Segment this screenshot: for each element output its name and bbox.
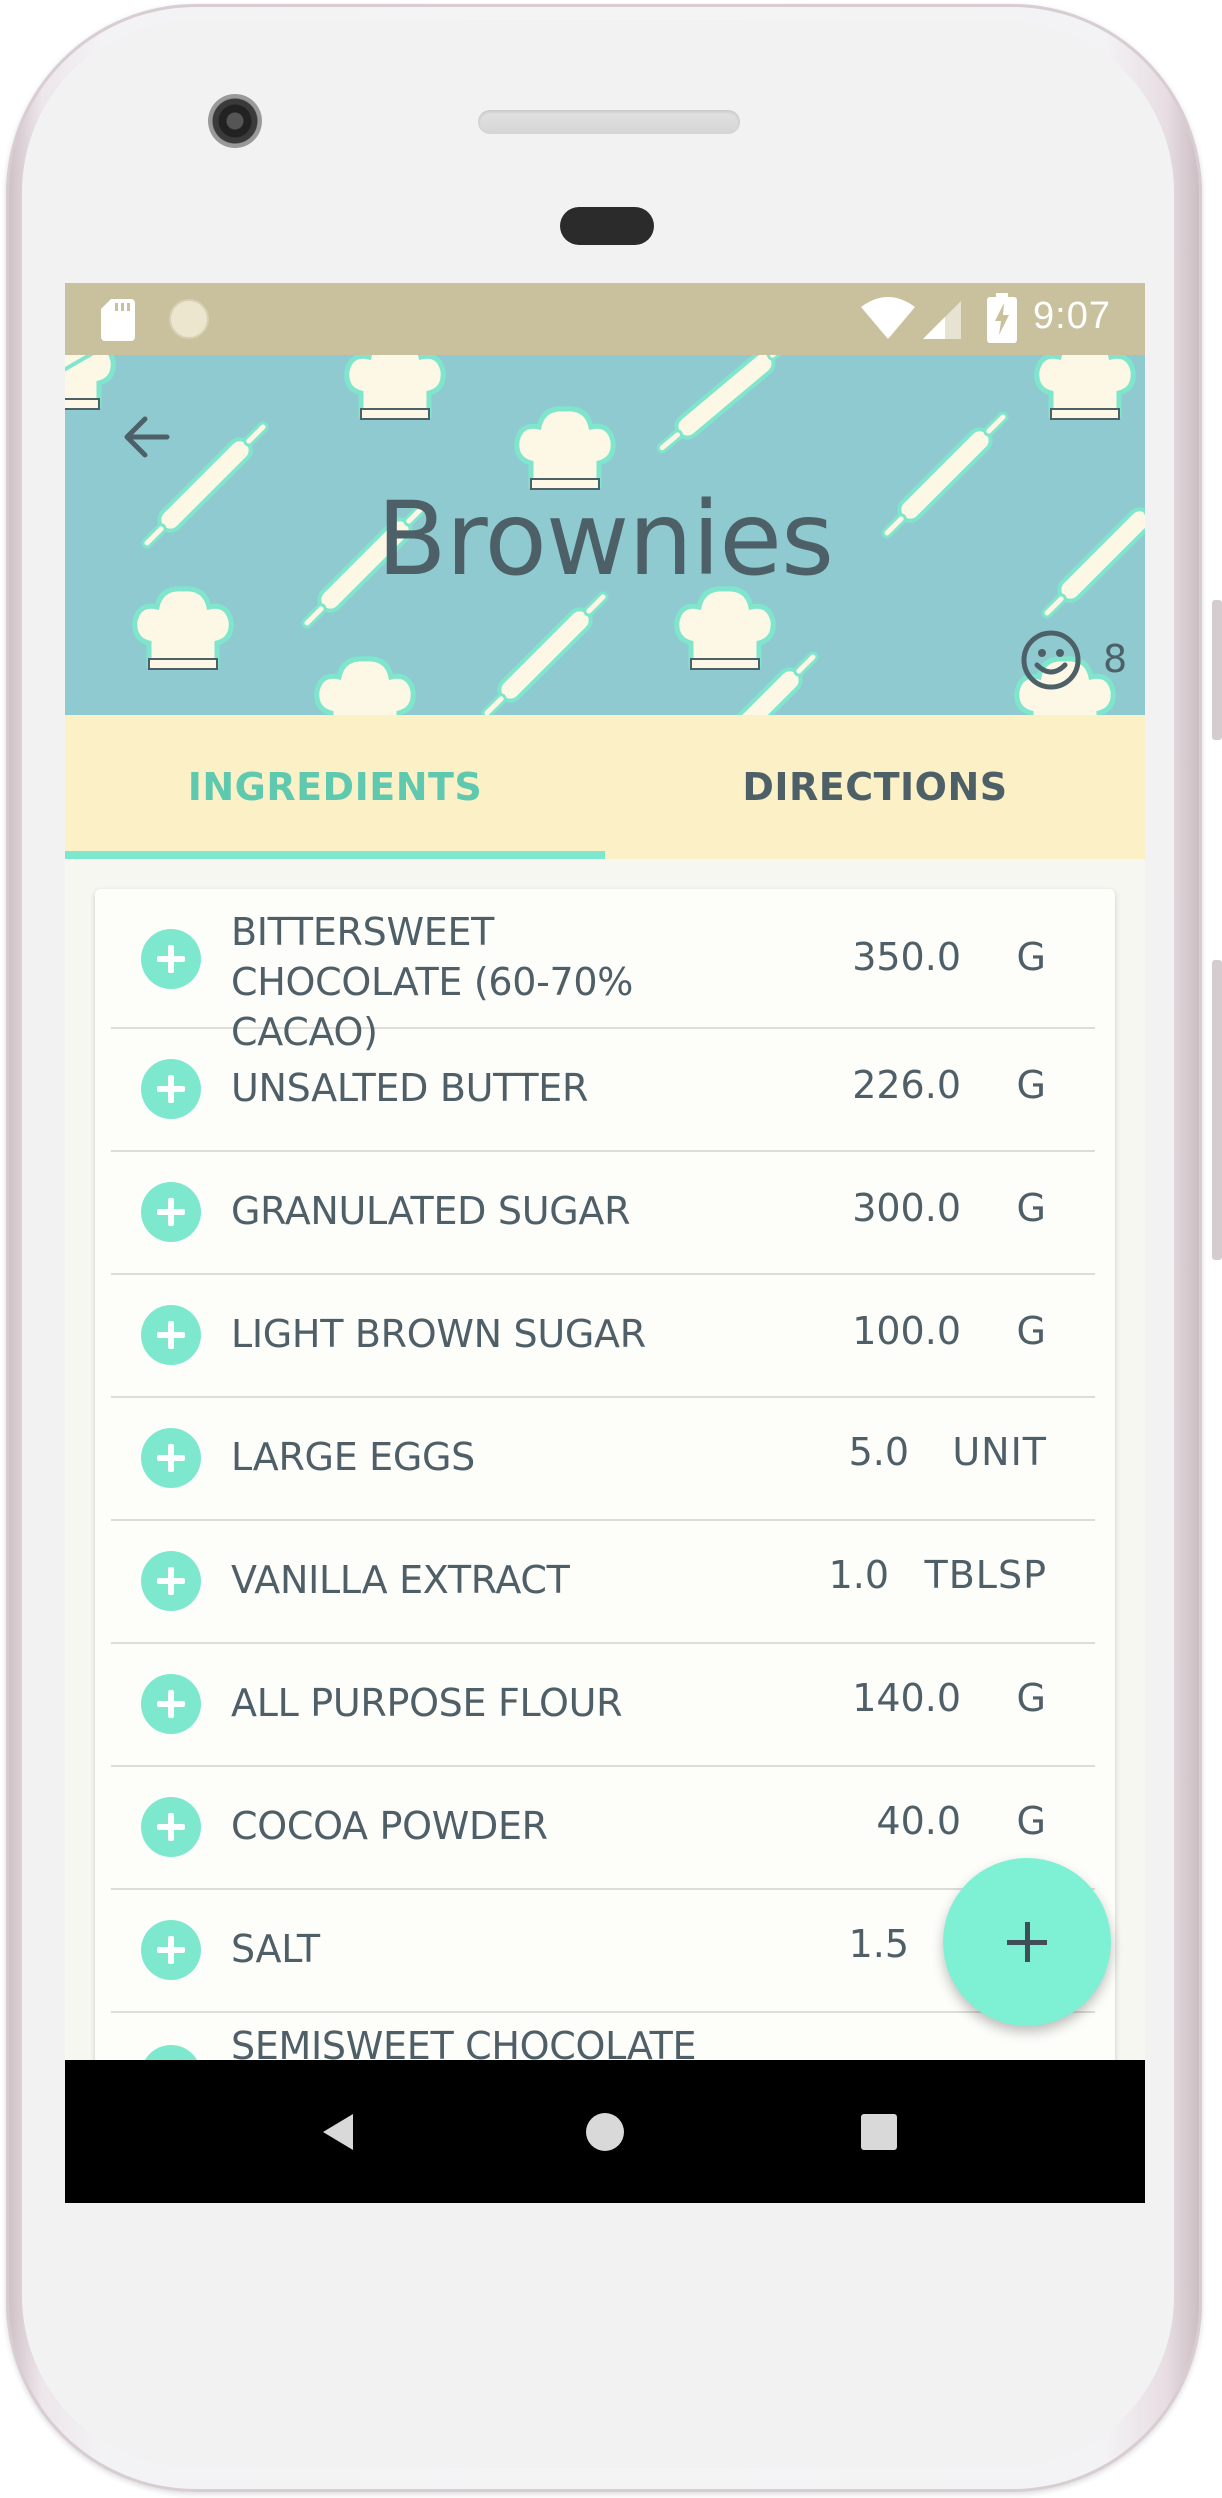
ingredient-name: ALL PURPOSE FLOUR	[231, 1681, 623, 1725]
add-ingredient-icon[interactable]	[141, 1305, 201, 1365]
ingredient-name: VANILLA EXTRACT	[231, 1558, 570, 1602]
ingredient-unit: TBLSP	[924, 1553, 1047, 1597]
earpiece	[560, 207, 654, 245]
recipe-tabs: INGREDIENTS DIRECTIONS	[65, 715, 1145, 859]
wifi-icon	[861, 297, 915, 339]
power-button	[1212, 600, 1222, 740]
status-time: 9:07	[1033, 295, 1111, 337]
add-ingredient-icon[interactable]	[141, 1551, 201, 1611]
ingredient-name: LIGHT BROWN SUGAR	[231, 1312, 646, 1356]
add-ingredient-icon[interactable]	[141, 1182, 201, 1242]
status-bar: 9:07	[65, 283, 1145, 355]
ingredient-name: SALT	[231, 1927, 320, 1971]
tab-directions[interactable]: DIRECTIONS	[605, 715, 1145, 859]
back-arrow-icon[interactable]	[117, 407, 177, 467]
recipe-header: Brownies 8	[65, 355, 1145, 715]
ingredient-row[interactable]: UNSALTED BUTTER 226.0 G	[111, 1027, 1095, 1152]
ingredient-unit: G	[1016, 935, 1047, 979]
battery-charging-icon	[987, 293, 1017, 343]
add-fab-button[interactable]	[943, 1858, 1111, 2026]
add-ingredient-icon[interactable]	[141, 1920, 201, 1980]
ingredient-name: COCOA POWDER	[231, 1804, 548, 1848]
nav-back-icon[interactable]	[317, 2110, 361, 2154]
ingredient-name: LARGE EGGS	[231, 1435, 476, 1479]
ingredient-name: GRANULATED SUGAR	[231, 1189, 631, 1233]
ingredient-row[interactable]: ALL PURPOSE FLOUR 140.0 G	[111, 1642, 1095, 1767]
signal-icon	[923, 301, 961, 339]
screen: 9:07 Brownies 8 INGREDIENTS DIRECTIONS B…	[65, 283, 1145, 2203]
ingredient-unit: G	[1016, 1063, 1047, 1107]
ingredient-unit: UNIT	[952, 1430, 1047, 1474]
ingredient-quantity: 1.0	[828, 1553, 889, 1597]
add-ingredient-icon[interactable]	[141, 1059, 201, 1119]
smiley-face-icon	[1021, 630, 1081, 690]
phone-frame: 9:07 Brownies 8 INGREDIENTS DIRECTIONS B…	[0, 0, 1222, 2498]
ingredient-unit: G	[1016, 1309, 1047, 1353]
front-camera	[208, 94, 262, 148]
add-ingredient-icon[interactable]	[141, 1428, 201, 1488]
active-tab-indicator	[65, 851, 605, 859]
add-ingredient-icon[interactable]	[141, 1797, 201, 1857]
ingredient-row[interactable]: COCOA POWDER 40.0 G	[111, 1765, 1095, 1890]
ingredient-unit: G	[1016, 1799, 1047, 1843]
servings-count: 8	[1103, 637, 1128, 681]
notification-dot-icon	[169, 299, 209, 339]
sd-card-icon	[101, 299, 135, 341]
nav-home-icon[interactable]	[583, 2110, 627, 2154]
ingredient-quantity: 5.0	[848, 1430, 909, 1474]
add-ingredient-icon[interactable]	[141, 1674, 201, 1734]
ingredient-row[interactable]: BITTERSWEET CHOCOLATE (60-70% CACAO) 350…	[111, 889, 1095, 1054]
ingredients-card: BITTERSWEET CHOCOLATE (60-70% CACAO) 350…	[95, 889, 1115, 2203]
ingredient-unit: G	[1016, 1676, 1047, 1720]
navigation-bar	[65, 2060, 1145, 2203]
ingredient-row[interactable]: GRANULATED SUGAR 300.0 G	[111, 1150, 1095, 1275]
ingredient-unit: G	[1016, 1186, 1047, 1230]
tab-ingredients[interactable]: INGREDIENTS	[65, 715, 605, 859]
top-speaker	[478, 110, 740, 134]
nav-recents-icon[interactable]	[857, 2110, 901, 2154]
ingredient-row[interactable]: LIGHT BROWN SUGAR 100.0 G	[111, 1273, 1095, 1398]
add-ingredient-icon[interactable]	[141, 929, 201, 989]
ingredient-row[interactable]: LARGE EGGS 5.0 UNIT	[111, 1396, 1095, 1521]
ingredient-name: UNSALTED BUTTER	[231, 1066, 589, 1110]
volume-button	[1212, 960, 1222, 1260]
ingredient-row[interactable]: VANILLA EXTRACT 1.0 TBLSP	[111, 1519, 1095, 1644]
ingredient-quantity: 1.5	[848, 1922, 909, 1966]
recipe-title: Brownies	[376, 480, 834, 599]
